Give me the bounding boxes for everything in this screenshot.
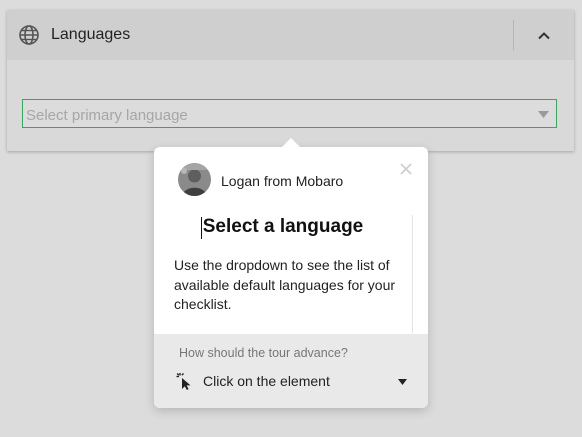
select-placeholder: Select primary language bbox=[26, 107, 188, 124]
chevron-down-icon bbox=[538, 111, 549, 118]
tour-body: Use the dropdown to see the list of avai… bbox=[174, 257, 396, 312]
primary-language-select[interactable]: Select primary language bbox=[22, 99, 557, 128]
advance-option-label: Click on the element bbox=[203, 373, 330, 389]
advance-question: How should the tour advance? bbox=[179, 346, 348, 360]
collapse-button[interactable] bbox=[532, 25, 556, 45]
advance-mode-select[interactable]: Click on the element bbox=[176, 369, 410, 393]
avatar bbox=[178, 163, 211, 196]
tour-footer: How should the tour advance? Click on th… bbox=[154, 334, 428, 408]
page: Languages Select primary language Logan … bbox=[0, 0, 582, 437]
globe-icon bbox=[18, 24, 40, 46]
tour-popover: Logan from Mobaro Select a language Use … bbox=[154, 138, 428, 408]
chevron-up-icon bbox=[538, 31, 550, 39]
card-header[interactable]: Languages bbox=[7, 10, 574, 60]
header-divider bbox=[513, 20, 514, 50]
card-title: Languages bbox=[51, 26, 131, 43]
scrollbar[interactable] bbox=[412, 215, 413, 333]
caret-down-icon bbox=[398, 379, 407, 385]
click-pointer-icon bbox=[176, 373, 191, 390]
tour-author: Logan from Mobaro bbox=[221, 173, 344, 189]
close-icon bbox=[400, 163, 412, 175]
popover-arrow bbox=[281, 138, 301, 148]
languages-card: Languages Select primary language bbox=[7, 10, 574, 151]
tour-title: Select a language bbox=[202, 216, 364, 237]
close-button[interactable] bbox=[398, 161, 414, 177]
